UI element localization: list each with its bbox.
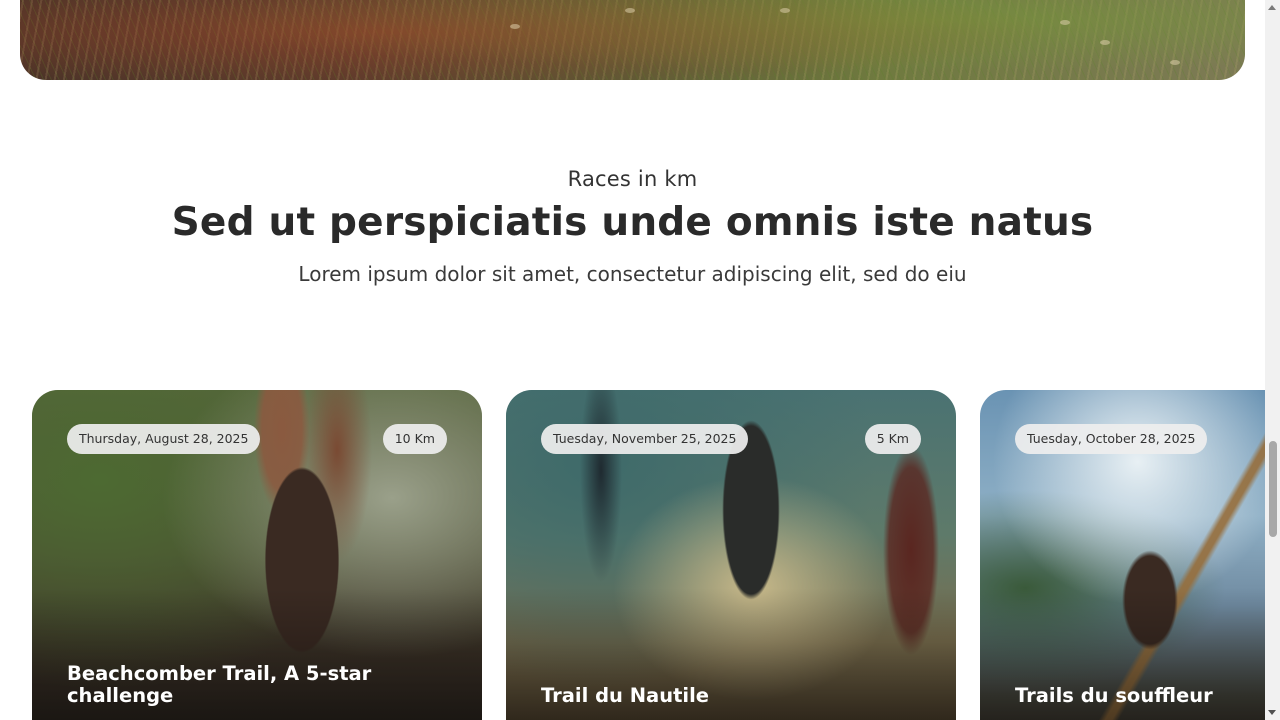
hero-leaf <box>1060 20 1070 25</box>
section-title: Sed ut perspiciatis unde omnis iste natu… <box>171 200 1094 245</box>
hero-image <box>20 0 1245 80</box>
hero-leaf <box>1170 60 1180 65</box>
scroll-up-arrow-icon[interactable] <box>1268 5 1276 10</box>
race-distance-badge: 10 Km <box>382 424 447 454</box>
section-subtitle: Lorem ipsum dolor sit amet, consectetur … <box>298 262 967 286</box>
scroll-down-arrow-icon[interactable] <box>1268 710 1276 715</box>
race-date-badge: Tuesday, November 25, 2025 <box>541 424 749 454</box>
race-card[interactable]: Tuesday, October 28, 2025 Trails du souf… <box>980 390 1280 720</box>
race-card[interactable]: Thursday, August 28, 2025 10 Km Beachcom… <box>32 390 482 720</box>
hero-leaf <box>1100 40 1110 45</box>
race-title[interactable]: Beachcomber Trail, A 5-star challenge <box>67 663 447 707</box>
page: Races in km Sed ut perspiciatis unde omn… <box>0 0 1280 720</box>
race-distance-badge: 5 Km <box>864 424 921 454</box>
hero-leaf <box>510 24 520 29</box>
vertical-scrollbar[interactable] <box>1265 0 1280 720</box>
hero-leaf <box>625 8 635 13</box>
race-title[interactable]: Trail du Nautile <box>541 685 921 707</box>
race-title[interactable]: Trails du souffleur <box>1015 685 1280 707</box>
race-date-badge: Thursday, August 28, 2025 <box>67 424 261 454</box>
scroll-thumb[interactable] <box>1269 441 1277 537</box>
hero-leaf <box>780 8 790 13</box>
section-eyebrow: Races in km <box>567 167 698 191</box>
race-card[interactable]: Tuesday, November 25, 2025 5 Km Trail du… <box>506 390 956 720</box>
race-date-badge: Tuesday, October 28, 2025 <box>1015 424 1208 454</box>
